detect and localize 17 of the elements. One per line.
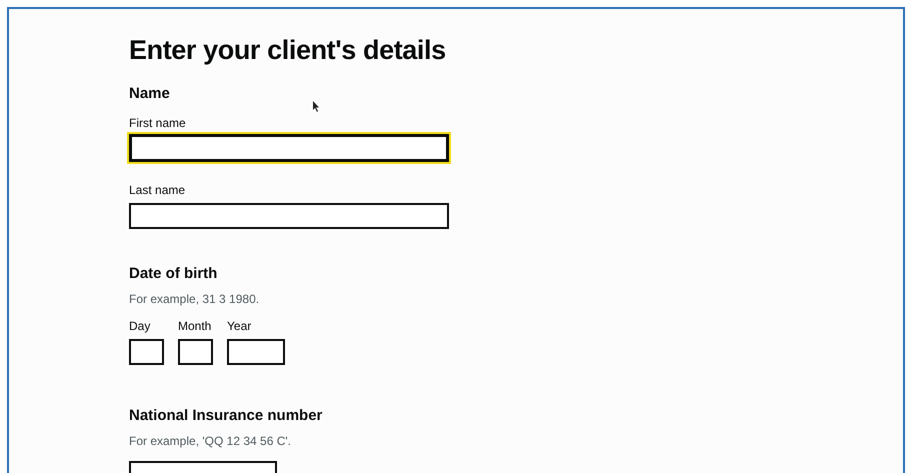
input-field[interactable] — [129, 134, 449, 162]
section-heading: Name — [129, 84, 170, 104]
input-field[interactable] — [129, 339, 164, 365]
page-heading: Enter your client's details — [129, 34, 447, 67]
field-label: Last name — [129, 182, 186, 198]
input-field[interactable] — [178, 339, 213, 365]
field-label: Month — [178, 318, 212, 334]
input-field[interactable] — [227, 339, 285, 365]
hint-text: For example, 'QQ 12 34 56 C'. — [129, 433, 291, 449]
section-heading: National Insurance number — [129, 406, 322, 426]
section-heading: Date of birth — [129, 264, 218, 284]
cursor-icon — [313, 101, 320, 112]
field-label: Day — [129, 318, 150, 334]
input-field[interactable] — [129, 203, 449, 229]
field-label: Year — [227, 318, 252, 334]
hint-text: For example, 31 3 1980. — [129, 291, 260, 307]
field-label: First name — [129, 115, 186, 131]
